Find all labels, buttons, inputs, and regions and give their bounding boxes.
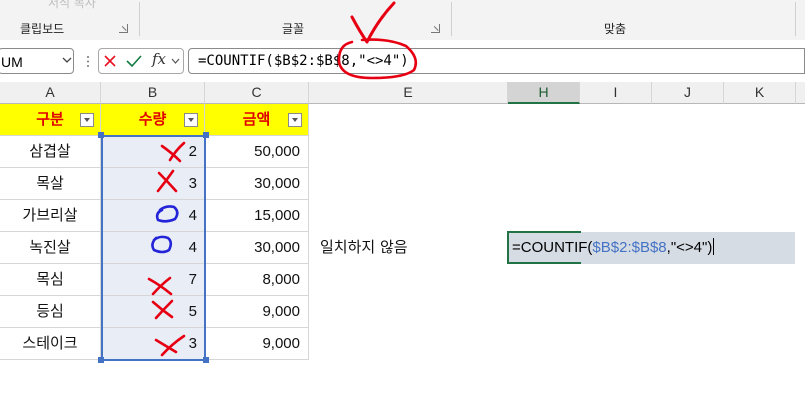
red-x-mark-icon [156, 169, 178, 193]
red-x-mark-icon [160, 141, 186, 163]
red-x-mark-icon [154, 334, 186, 357]
annotation-layer [147, 1, 418, 357]
red-x-mark-icon [147, 276, 173, 296]
red-x-mark-icon [151, 299, 174, 320]
red-circle-icon [337, 38, 418, 80]
blue-circle-icon [151, 235, 173, 254]
blue-circle-icon [155, 205, 179, 223]
red-checkmark-icon [350, 1, 396, 44]
